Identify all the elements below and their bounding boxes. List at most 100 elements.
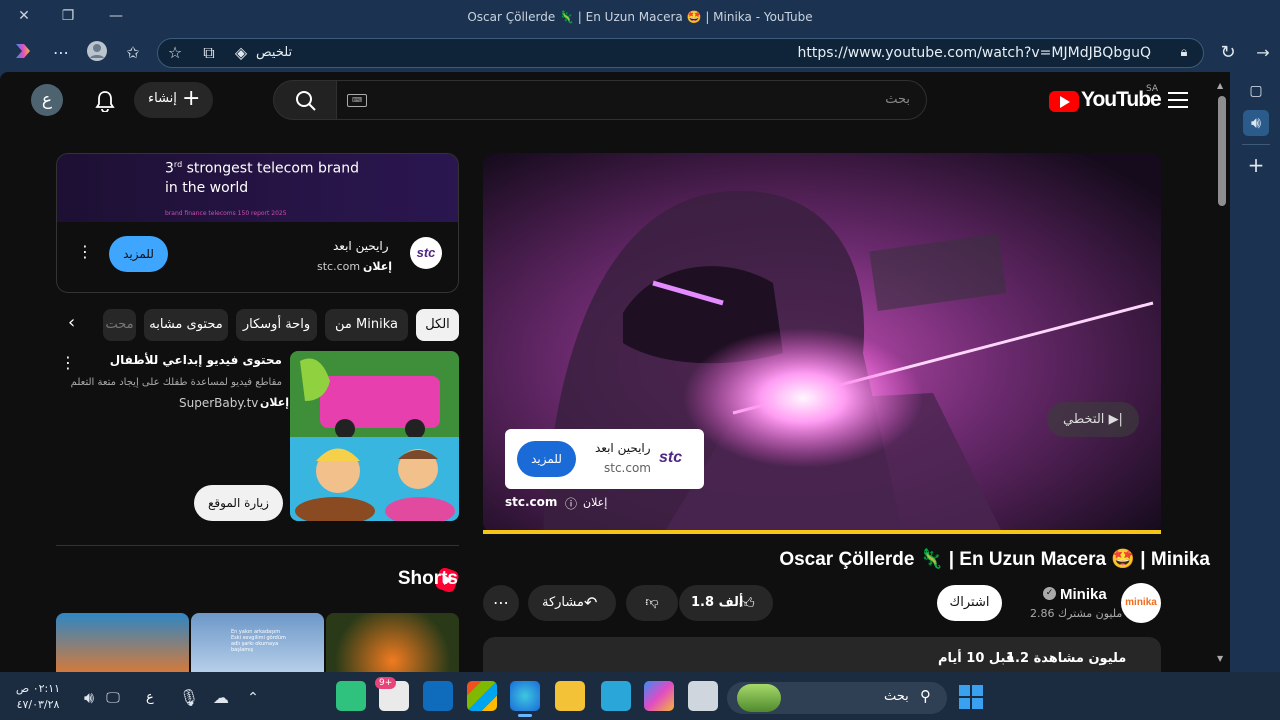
ad-domain[interactable]: stc.com bbox=[317, 260, 360, 273]
video-ad-card[interactable]: للمزيد رايحين ابعد stc.com stc bbox=[505, 429, 704, 489]
visit-site-button[interactable]: زيارة الموقع bbox=[194, 485, 283, 521]
ad-card-domain: stc.com bbox=[604, 461, 651, 475]
chip-oscar-oasis[interactable]: واحة أوسكار bbox=[236, 309, 317, 341]
create-label: إنشاء bbox=[148, 91, 177, 106]
store-icon[interactable] bbox=[467, 681, 497, 711]
search-input[interactable]: بحث ⌨ bbox=[336, 80, 927, 120]
summarize-label[interactable]: تلخيص bbox=[256, 45, 292, 60]
refresh-icon[interactable]: ↻ bbox=[1215, 40, 1241, 66]
description-box[interactable]: 1.2 مليون مشاهدة قبل 10 أيام bbox=[483, 637, 1161, 677]
onedrive-icon[interactable]: ☁ bbox=[208, 685, 234, 711]
add-favorite-icon[interactable]: ☆ bbox=[162, 40, 188, 66]
close-icon[interactable]: ✕ bbox=[14, 6, 34, 26]
collections-icon[interactable]: ⧉ bbox=[196, 40, 222, 66]
copilot-app-icon[interactable] bbox=[644, 681, 674, 711]
stc-logo-icon: stc bbox=[659, 449, 683, 466]
edge-icon[interactable] bbox=[510, 681, 540, 711]
window-titlebar: Oscar Çöllerde 🦎 | En Uzun Macera 🤩 | Mi… bbox=[0, 0, 1280, 34]
windows-start-icon[interactable] bbox=[959, 685, 983, 709]
chip-from-minika[interactable]: من Minika bbox=[325, 309, 408, 341]
app-icon-3[interactable] bbox=[688, 681, 718, 711]
chip-all[interactable]: الكل bbox=[416, 309, 459, 341]
share-button[interactable]: ↶ مشاركة bbox=[528, 585, 616, 621]
taskbar-search[interactable]: بحث ⚲ bbox=[727, 682, 947, 714]
promo-thumbnail[interactable] bbox=[290, 351, 459, 521]
shorts-title: Shorts bbox=[397, 568, 458, 589]
clock-date: ٤٧/٠٣/٢٨ bbox=[16, 698, 60, 711]
favorites-icon[interactable]: ✩ bbox=[120, 40, 146, 66]
search-button[interactable] bbox=[273, 80, 337, 120]
skip-label: التخطي bbox=[1063, 412, 1105, 427]
forward-icon[interactable]: → bbox=[1250, 40, 1276, 66]
like-count: 1.8 ألف bbox=[691, 595, 744, 610]
ad-label: إعلان bbox=[363, 260, 393, 273]
file-explorer-icon[interactable] bbox=[555, 681, 585, 711]
summarize-icon[interactable]: ◈ bbox=[228, 40, 254, 66]
promo-menu-icon[interactable]: ⋮ bbox=[60, 353, 76, 372]
thumbs-down-icon: 👎︎ bbox=[645, 595, 659, 610]
minimize-icon[interactable]: — bbox=[106, 6, 126, 26]
chevron-up-icon[interactable]: ⌃ bbox=[240, 685, 266, 711]
promo-domain[interactable]: SuperBaby.tv bbox=[179, 396, 258, 410]
scrollbar-thumb[interactable] bbox=[1218, 96, 1226, 206]
channel-name[interactable]: Minika bbox=[1060, 586, 1107, 603]
verified-icon: ✓ bbox=[1043, 587, 1056, 600]
volume-icon[interactable]: 🔊︎ bbox=[76, 685, 102, 711]
view-count: 1.2 مليون مشاهدة bbox=[1006, 651, 1127, 666]
like-button[interactable]: 👍︎ 1.8 ألف bbox=[679, 585, 773, 621]
network-icon[interactable]: 🖵︎ bbox=[100, 685, 126, 711]
upload-age: قبل 10 أيام bbox=[938, 651, 1015, 666]
promo-ad-label: إعلان bbox=[260, 396, 290, 409]
ad-more-button[interactable]: للمزيد bbox=[517, 441, 576, 477]
search-icon: ⚲ bbox=[920, 687, 931, 705]
app-icon-2[interactable]: 9+ bbox=[375, 677, 409, 711]
ad-footer-label: إعلان bbox=[583, 496, 608, 509]
region-code: SA bbox=[1146, 84, 1159, 94]
ad-progress-bar[interactable] bbox=[483, 530, 1161, 534]
more-actions-icon[interactable]: ⋯ bbox=[483, 585, 519, 621]
sidebar-ad[interactable]: 3rd strongest telecom brand in the world… bbox=[56, 153, 459, 293]
youtube-logo-icon[interactable] bbox=[1049, 91, 1079, 112]
subscribe-button[interactable]: اشتراك bbox=[937, 585, 1002, 621]
avatar[interactable]: ع bbox=[31, 84, 63, 116]
chip-similar[interactable]: محتوى مشابه bbox=[144, 309, 228, 341]
tab-actions-icon[interactable]: ▢ bbox=[1243, 78, 1269, 104]
keyboard-icon[interactable]: ⌨ bbox=[347, 94, 367, 107]
ad-footer-domain[interactable]: stc.com bbox=[505, 495, 557, 509]
profile-icon[interactable] bbox=[84, 40, 110, 66]
restore-icon[interactable]: ❐ bbox=[58, 6, 78, 26]
speaker-icon[interactable]: 🔊︎ bbox=[1243, 110, 1269, 136]
channel-avatar[interactable]: minika bbox=[1121, 583, 1161, 623]
ad-advertiser: رايحين ابعد bbox=[333, 239, 389, 253]
short-thumbnail-2[interactable]: En yakın arkadaşım Eski sevgilimi gördüm… bbox=[191, 613, 324, 673]
dislike-button[interactable]: 👎︎ bbox=[626, 585, 678, 621]
outlook-icon[interactable] bbox=[423, 681, 453, 711]
more-options-icon[interactable]: ⋯ bbox=[48, 40, 74, 66]
app-icon-f[interactable] bbox=[601, 681, 631, 711]
menu-icon[interactable] bbox=[1168, 92, 1188, 108]
url-text[interactable]: https://www.youtube.com/watch?v=MJMdJBQb… bbox=[798, 45, 1151, 61]
ad-menu-icon[interactable]: ⋮ bbox=[77, 242, 93, 261]
clock-time: ٠٢:١١ ص bbox=[15, 682, 61, 695]
ad-more-button[interactable]: للمزيد bbox=[109, 236, 168, 272]
short-thumbnail-3[interactable] bbox=[326, 613, 459, 673]
clock[interactable]: ٠٢:١١ ص ٤٧/٠٣/٢٨ bbox=[8, 681, 68, 713]
language-indicator[interactable]: ع bbox=[146, 690, 154, 705]
app-icon-1[interactable] bbox=[336, 681, 366, 711]
create-button[interactable]: إنشاء + bbox=[134, 82, 213, 118]
info-icon[interactable]: ⓘ bbox=[565, 495, 577, 512]
copilot-icon[interactable] bbox=[10, 40, 36, 66]
scroll-up-icon[interactable]: ▲ bbox=[1217, 81, 1223, 90]
bell-icon[interactable] bbox=[94, 90, 116, 112]
skip-ad-button[interactable]: التخطي ▶| bbox=[1047, 402, 1139, 437]
chip-partial[interactable]: محت bbox=[103, 309, 136, 341]
chevron-left-icon[interactable]: ‹ bbox=[68, 312, 75, 333]
notification-badge: 9+ bbox=[375, 677, 397, 689]
promo-title[interactable]: محتوى فيديو إبداعي للأطفال bbox=[110, 353, 282, 367]
address-bar[interactable]: ☆ ⧉ ◈ تلخيص https://www.youtube.com/watc… bbox=[157, 38, 1204, 68]
microphone-icon[interactable]: 🎙︎ bbox=[176, 685, 202, 711]
search-highlight-image bbox=[737, 684, 781, 712]
short-thumbnail-1[interactable] bbox=[56, 613, 189, 673]
add-icon[interactable]: + bbox=[1243, 152, 1269, 178]
scroll-down-icon[interactable]: ▼ bbox=[1217, 654, 1223, 663]
